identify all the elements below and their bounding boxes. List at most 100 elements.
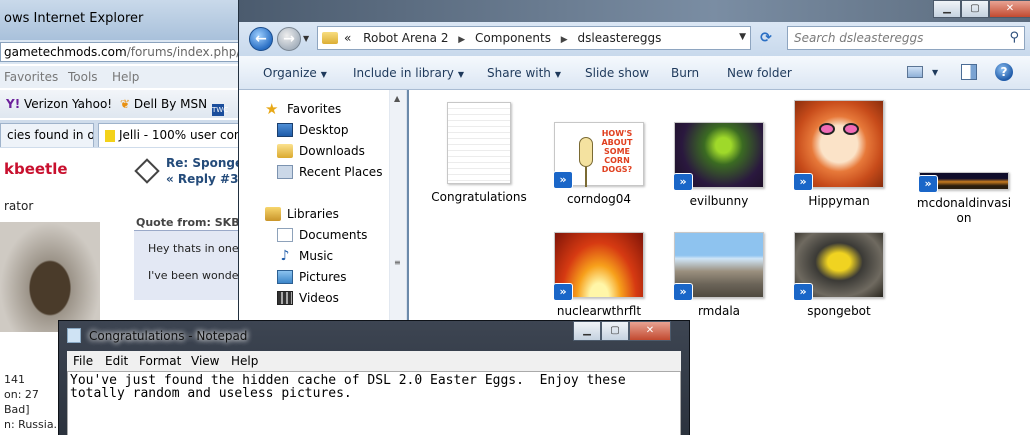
breadcrumb-robot-arena-2[interactable]: Robot Arena 2 bbox=[363, 31, 448, 45]
user-stats: 141 on: 27 Bad] n: Russia... bbox=[4, 372, 64, 432]
burn-button[interactable]: Burn bbox=[671, 66, 699, 80]
address-dropdown-icon[interactable]: ▼ bbox=[739, 32, 746, 42]
nav-favorites-label: Favorites bbox=[287, 102, 342, 116]
notepad-icon bbox=[67, 328, 81, 343]
chevron-right-icon[interactable]: ▶ bbox=[458, 35, 465, 45]
breadcrumb-components[interactable]: Components bbox=[475, 31, 551, 45]
maximize-button[interactable]: ▢ bbox=[961, 0, 989, 18]
organize-button[interactable]: Organize ▼ bbox=[263, 66, 327, 80]
menu-edit[interactable]: Edit bbox=[105, 354, 128, 368]
nav-recent-places-label: Recent Places bbox=[299, 165, 383, 179]
nav-desktop-label: Desktop bbox=[299, 123, 349, 137]
forum-username[interactable]: kbeetle bbox=[4, 160, 68, 178]
fav-dell-msn-label: Dell By MSN bbox=[133, 97, 208, 111]
search-input[interactable]: Search dsleastereggs ⚲ bbox=[787, 26, 1025, 50]
quote-header[interactable]: Quote from: SKB bbox=[136, 216, 240, 229]
image-thumbnail: » bbox=[918, 172, 1009, 193]
ie-tab-1[interactable]: cies found in o... bbox=[0, 123, 94, 147]
image-thumbnail: HOW'S ABOUT SOME CORN DOGS? » bbox=[553, 122, 644, 189]
refresh-button[interactable]: ⟳ bbox=[755, 28, 777, 50]
post-title[interactable]: Re: Sponge bbox=[166, 156, 240, 170]
forward-button[interactable]: → bbox=[277, 27, 301, 51]
change-view-icon[interactable] bbox=[907, 66, 923, 78]
recent-pages-dropdown[interactable]: ▼ bbox=[303, 34, 309, 43]
notepad-text-area[interactable]: You've just found the hidden cache of DS… bbox=[67, 371, 681, 435]
folder-icon bbox=[322, 32, 338, 44]
breadcrumb-overflow-icon[interactable]: « bbox=[344, 31, 351, 45]
nav-libraries-label: Libraries bbox=[287, 207, 339, 221]
videos-icon bbox=[277, 291, 293, 305]
maximize-button[interactable]: ▢ bbox=[601, 321, 629, 341]
help-icon[interactable]: ? bbox=[995, 63, 1013, 81]
nav-libraries[interactable]: Libraries bbox=[265, 207, 339, 221]
file-item-mcdonaldinvasion[interactable]: » mcdonaldinvasion bbox=[899, 172, 1029, 226]
ie-menu-help[interactable]: Help bbox=[112, 70, 139, 84]
ie-tab-2[interactable]: Jelli - 100% user contr bbox=[98, 123, 240, 147]
nav-documents-label: Documents bbox=[299, 228, 368, 242]
explorer-address-bar[interactable]: « Robot Arena 2 ▶ Components ▶ dsleaster… bbox=[317, 26, 751, 50]
nav-recent-places[interactable]: Recent Places bbox=[277, 165, 382, 179]
ie-menu-favorites[interactable]: Favorites bbox=[4, 70, 58, 84]
menu-help[interactable]: Help bbox=[231, 354, 258, 368]
nav-pictures[interactable]: Pictures bbox=[277, 270, 347, 284]
notepad-titlebar[interactable]: Congratulations - Notepad ▁ ▢ ✕ bbox=[59, 321, 689, 349]
file-name: nuclearwthrflt bbox=[556, 304, 642, 318]
close-button[interactable]: ✕ bbox=[989, 0, 1030, 18]
nav-music[interactable]: ♪ Music bbox=[277, 249, 334, 263]
ie-titlebar[interactable]: ows Internet Explorer bbox=[0, 0, 240, 40]
menu-view[interactable]: View bbox=[191, 354, 219, 368]
close-button[interactable]: ✕ bbox=[629, 321, 671, 341]
file-item-hippyman[interactable]: » Hippyman bbox=[779, 100, 899, 209]
ie-menu-tools[interactable]: Tools bbox=[68, 70, 98, 84]
file-name: rmdala bbox=[697, 304, 741, 318]
scroll-grip-icon[interactable]: ≡ bbox=[394, 258, 401, 267]
msn-butterfly-icon: ❦ bbox=[120, 97, 131, 111]
file-item-spongebot[interactable]: » spongebot bbox=[779, 232, 899, 319]
quote-line-2: I've been wonde bbox=[148, 269, 239, 282]
user-stat-karma: Bad] bbox=[4, 403, 30, 416]
nav-favorites[interactable]: ★ Favorites bbox=[265, 102, 342, 117]
file-item-nuclearwthrflt[interactable]: » nuclearwthrflt bbox=[539, 232, 659, 319]
slide-show-button[interactable]: Slide show bbox=[585, 66, 649, 80]
view-options-dropdown-icon[interactable]: ▼ bbox=[932, 68, 938, 77]
menu-format[interactable]: Format bbox=[139, 354, 181, 368]
nav-videos[interactable]: Videos bbox=[277, 291, 339, 305]
preview-pane-icon[interactable] bbox=[961, 64, 977, 80]
ie-url-path: /forums/index.php/to bbox=[126, 45, 240, 59]
chevron-right-icon[interactable]: ▶ bbox=[561, 35, 568, 45]
ie-url-field[interactable]: gametechmods.com/forums/index.php/to bbox=[0, 42, 240, 62]
scroll-up-icon[interactable]: ▲ bbox=[394, 94, 400, 103]
new-folder-button[interactable]: New folder bbox=[727, 66, 792, 80]
explorer-titlebar[interactable]: ▁ ▢ ✕ bbox=[239, 0, 1030, 22]
downloads-folder-icon bbox=[277, 144, 293, 158]
back-button[interactable]: ← bbox=[249, 27, 273, 51]
file-name: spongebot bbox=[807, 304, 871, 318]
user-stat-posts: 141 bbox=[4, 373, 25, 386]
nav-downloads[interactable]: Downloads bbox=[277, 144, 365, 158]
menu-file[interactable]: File bbox=[73, 354, 93, 368]
chevron-down-icon: ▼ bbox=[457, 70, 465, 79]
jelli-icon bbox=[105, 129, 115, 142]
file-item-rmdala[interactable]: » rmdala bbox=[659, 232, 779, 319]
minimize-button[interactable]: ▁ bbox=[573, 321, 601, 341]
forum-user-rank: rator bbox=[4, 199, 34, 213]
breadcrumb-dsleastereggs[interactable]: dsleastereggs bbox=[578, 31, 662, 45]
fav-dell-msn[interactable]: ❦ Dell By MSN bbox=[120, 97, 207, 111]
eye-drawing bbox=[843, 123, 859, 135]
fav-verizon-yahoo[interactable]: Y! Verizon Yahoo! bbox=[6, 97, 112, 111]
file-item-evilbunny[interactable]: » evilbunny bbox=[659, 122, 779, 209]
shortcut-arrow-icon: » bbox=[673, 283, 693, 301]
nav-desktop[interactable]: Desktop bbox=[277, 123, 349, 137]
nav-documents[interactable]: Documents bbox=[277, 228, 367, 242]
desktop-icon bbox=[277, 123, 293, 137]
share-with-button[interactable]: Share with ▼ bbox=[487, 66, 561, 80]
file-item-congratulations[interactable]: Congratulations bbox=[419, 102, 539, 205]
corndog-drawing bbox=[579, 137, 593, 167]
file-item-corndog04[interactable]: HOW'S ABOUT SOME CORN DOGS? » corndog04 bbox=[539, 122, 659, 207]
ie-title: ows Internet Explorer bbox=[4, 11, 144, 26]
ie-address-bar: gametechmods.com/forums/index.php/to bbox=[0, 40, 240, 64]
include-in-library-button[interactable]: Include in library ▼ bbox=[353, 66, 464, 80]
quote-block: Hey thats in one I've been wonde bbox=[134, 230, 240, 300]
search-icon[interactable]: ⚲ bbox=[1009, 30, 1019, 45]
minimize-button[interactable]: ▁ bbox=[933, 0, 961, 18]
